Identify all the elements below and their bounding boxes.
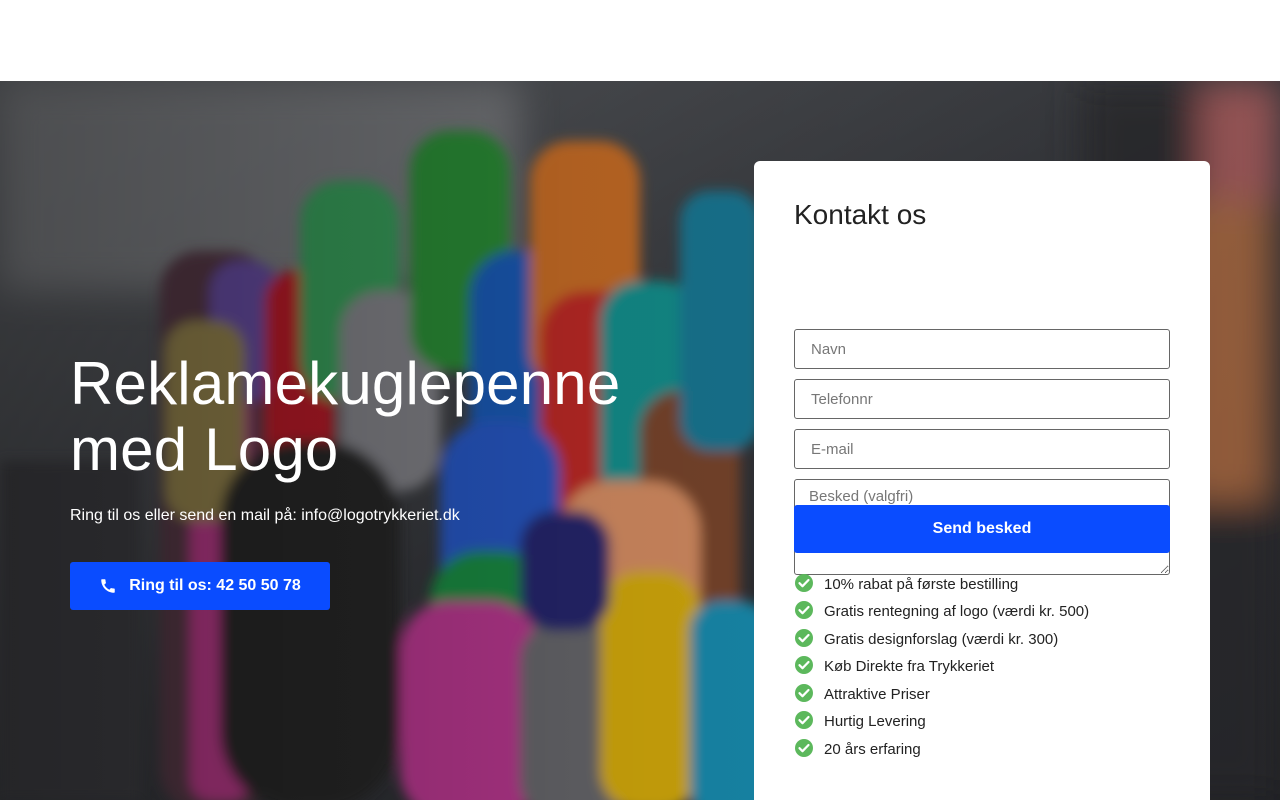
benefit-text: Køb Direkte fra Trykkeriet xyxy=(824,658,995,676)
benefits-list: 10% rabat på første bestilling Gratis re… xyxy=(794,571,1170,764)
title-line-2: med Logo xyxy=(70,416,339,483)
benefit-text: 10% rabat på første bestilling xyxy=(824,575,1019,593)
benefit-item: Attraktive Priser xyxy=(794,681,1170,709)
phone-input[interactable] xyxy=(794,379,1170,419)
title-line-1: Reklamekuglepenne xyxy=(70,350,621,417)
contact-title: Kontakt os xyxy=(794,199,927,230)
email-input[interactable] xyxy=(794,429,1170,469)
benefit-text: Hurtig Levering xyxy=(824,713,926,731)
benefit-item: 10% rabat på første bestilling xyxy=(794,571,1170,599)
benefit-item: 20 års erfaring xyxy=(794,736,1170,764)
phone-icon xyxy=(101,579,115,593)
call-button-label: Ring til os: 42 50 50 78 xyxy=(129,577,301,594)
benefit-text: Gratis designforslag (værdi kr. 300) xyxy=(824,630,1059,648)
check-circle-icon xyxy=(795,601,813,620)
benefit-text: Attraktive Priser xyxy=(824,685,930,703)
call-button[interactable]: Ring til os: 42 50 50 78 xyxy=(70,562,330,610)
benefit-text: Gratis rentegning af logo (værdi kr. 500… xyxy=(824,603,1090,621)
benefit-item: Gratis designforslag (værdi kr. 300) xyxy=(794,626,1170,654)
benefit-text: 20 års erfaring xyxy=(824,740,921,758)
page-title: Reklamekuglepenne med Logo xyxy=(70,351,710,483)
hero-subtitle: Ring til os eller send en mail på: info@… xyxy=(70,507,460,524)
check-circle-icon xyxy=(795,628,813,647)
check-circle-icon xyxy=(795,573,813,592)
check-circle-icon xyxy=(795,711,813,730)
benefit-item: Køb Direkte fra Trykkeriet xyxy=(794,654,1170,682)
check-circle-icon xyxy=(795,738,813,757)
benefit-item: Gratis rentegning af logo (værdi kr. 500… xyxy=(794,599,1170,627)
benefit-item: Hurtig Levering xyxy=(794,709,1170,737)
site-header xyxy=(0,0,1280,81)
check-circle-icon xyxy=(795,683,813,702)
hero-section: Reklamekuglepenne med Logo Ring til os e… xyxy=(0,81,1280,800)
contact-form-card: Kontakt os Send besked 10% rabat på førs… xyxy=(754,161,1210,800)
check-circle-icon xyxy=(795,656,813,675)
name-input[interactable] xyxy=(794,329,1170,369)
send-button[interactable]: Send besked xyxy=(794,505,1170,553)
